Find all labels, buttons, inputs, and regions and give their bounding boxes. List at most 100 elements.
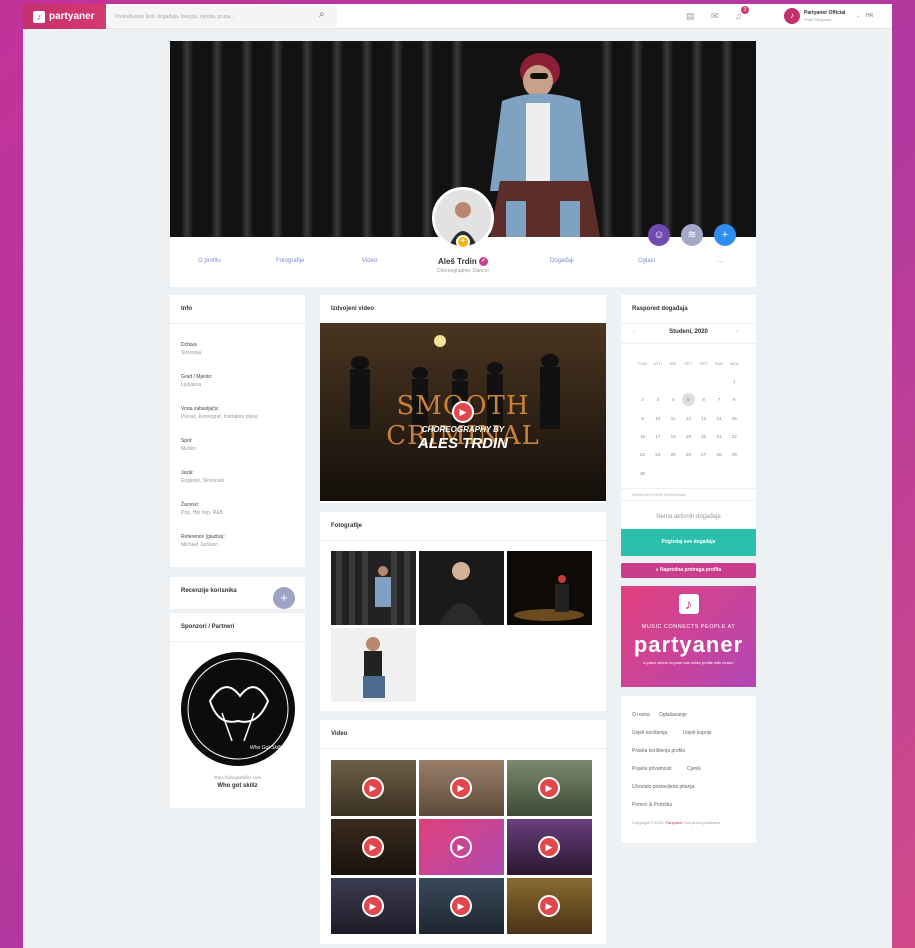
calendar-day[interactable]: 21 [713,430,726,443]
calendar-day[interactable]: 14 [713,412,726,425]
calendar-day[interactable]: 30 [636,467,649,480]
events-card: Raspored događaja ‹ Studeni, 2020 › PON U… [621,295,756,528]
chevron-down-icon[interactable]: ⌄ [856,13,860,19]
view-all-events-button[interactable]: Pogledaj sve događaje [621,529,756,556]
photos-title: Fotografije [331,523,362,529]
footer-link[interactable]: Cjenik [687,766,701,772]
sponsors-card: Sponzori / Partneri Who Got Skillz? http… [170,613,305,808]
footer-link[interactable]: Učestalo postavljena pitanja [632,784,694,790]
video-thumb[interactable]: ▶ [507,878,592,934]
play-icon[interactable]: ▶ [452,401,474,423]
video-thumb[interactable]: ▶ [331,819,416,875]
photo-thumb[interactable] [331,628,416,702]
add-button[interactable]: + [714,224,736,246]
calendar-day[interactable]: 19 [682,430,695,443]
calendar-icon[interactable]: ▤ [686,11,696,21]
calendar-day[interactable]: 13 [697,412,710,425]
calendar-day[interactable]: 28 [713,448,726,461]
footer-link[interactable]: Uvjeti korištenja [632,730,667,736]
add-friend-button[interactable]: ☺ [648,224,670,246]
play-icon[interactable]: ▶ [362,777,384,799]
featured-video[interactable]: SMOOTH CRIMINAL CHOREOGRAPHY BY ALES TRD… [320,323,606,501]
brand-name: partyaner [49,11,95,22]
messages-icon[interactable]: ✉ [711,11,721,21]
calendar-day[interactable]: 4 [667,393,680,406]
calendar-day[interactable]: 1 [728,375,741,388]
calendar-day[interactable]: 25 [667,448,680,461]
calendar-day[interactable]: 8 [728,393,741,406]
info-label: Spol: [181,438,193,444]
language-selector[interactable]: HR [866,13,873,19]
play-icon[interactable]: ▶ [362,895,384,917]
play-icon[interactable]: ▶ [362,836,384,858]
play-icon[interactable]: ▶ [538,777,560,799]
brand-logo[interactable]: ♪ partyaner [23,4,106,29]
calendar-day[interactable]: 11 [667,412,680,425]
play-icon[interactable]: ▶ [538,836,560,858]
photo-thumb[interactable] [419,551,504,625]
video-thumb[interactable]: ▶ [507,760,592,816]
videos-title: Video [331,731,348,737]
calendar-day[interactable]: 20 [697,430,710,443]
calendar-day[interactable]: 17 [651,430,664,443]
video-thumb[interactable]: ▶ [331,878,416,934]
user-avatar[interactable]: ♪ [784,8,800,24]
play-icon[interactable]: ▶ [450,777,472,799]
sponsor-name[interactable]: Who got skillz [170,783,305,789]
play-icon[interactable]: ▶ [538,895,560,917]
sponsor-logo-text: Who Got Skillz? [250,745,286,751]
search-icon[interactable]: ⌕ [319,9,331,21]
calendar-day[interactable]: 22 [728,430,741,443]
calendar-day[interactable]: 10 [651,412,664,425]
video-thumb[interactable]: ▶ [331,760,416,816]
info-value: Pop, Hip hop, R&B [181,510,223,516]
footer-link[interactable]: Pravila privatnosti [632,766,671,772]
calendar-day[interactable]: 5 [681,393,695,407]
add-review-button[interactable]: + [273,587,295,609]
info-value: Engleski, Slovenski [181,478,225,484]
video-thumb[interactable]: ▶ [419,878,504,934]
calendar-weekday: NED [730,361,739,366]
footer-link[interactable]: Uvjeti kupnje [683,730,712,736]
info-value: Muško [181,446,196,452]
calendar-day[interactable]: 6 [697,393,710,406]
advanced-search-button[interactable]: ⌕ Napredna pretraga profila [621,563,756,578]
copyright-brand[interactable]: Partyaner [665,820,682,825]
promo-banner[interactable]: ♪ MUSIC CONNECTS PEOPLE AT partyaner a p… [621,586,756,687]
play-icon[interactable]: ▶ [450,895,472,917]
calendar-weekday: SRI [669,361,677,366]
user-name[interactable]: Partyaner Official [804,10,845,16]
search-input[interactable]: Pretraživanje ljudi, događaja, lokacija,… [107,6,337,27]
calendar-day[interactable]: 18 [667,430,680,443]
calendar-day[interactable]: 15 [728,412,741,425]
calendar-day[interactable]: 24 [651,448,664,461]
calendar-day[interactable]: 23 [636,448,649,461]
calendar-day[interactable]: 7 [713,393,726,406]
footer-card: O nama Oglašavanje Uvjeti korištenja Uvj… [621,696,756,843]
info-label: Vrsta zabavljača: [181,406,219,412]
calendar-day[interactable]: 27 [697,448,710,461]
footer-link[interactable]: O nama [632,712,650,718]
calendar-day[interactable]: 9 [636,412,649,425]
sponsor-url[interactable]: https://whogotskillz.com [170,775,305,780]
video-thumb[interactable]: ▶ [419,760,504,816]
calendar-day[interactable]: 26 [682,448,695,461]
calendar-day[interactable]: 3 [651,393,664,406]
rss-button[interactable]: ≋ [681,224,703,246]
calendar-day[interactable]: 12 [682,412,695,425]
video-thumb[interactable]: ▶ [507,819,592,875]
calendar-day[interactable]: 16 [636,430,649,443]
profile-name-row: Aleš Trdin ✓ [170,257,756,267]
photo-thumb[interactable] [331,551,416,625]
video-thumb[interactable]: ▶ [419,819,504,875]
calendar-weekday: PET [699,361,708,366]
footer-link[interactable]: Pravila korištenja profila [632,748,685,754]
footer-link[interactable]: Pomoć & Podrška [632,802,672,808]
play-icon[interactable]: ▶ [450,836,472,858]
calendar-day[interactable]: 2 [636,393,649,406]
footer-link[interactable]: Oglašavanje [659,712,687,718]
photo-thumb[interactable] [507,551,592,625]
next-month-icon[interactable]: › [736,329,738,335]
calendar-day[interactable]: 29 [728,448,741,461]
promo-brand: partyaner [633,632,744,657]
